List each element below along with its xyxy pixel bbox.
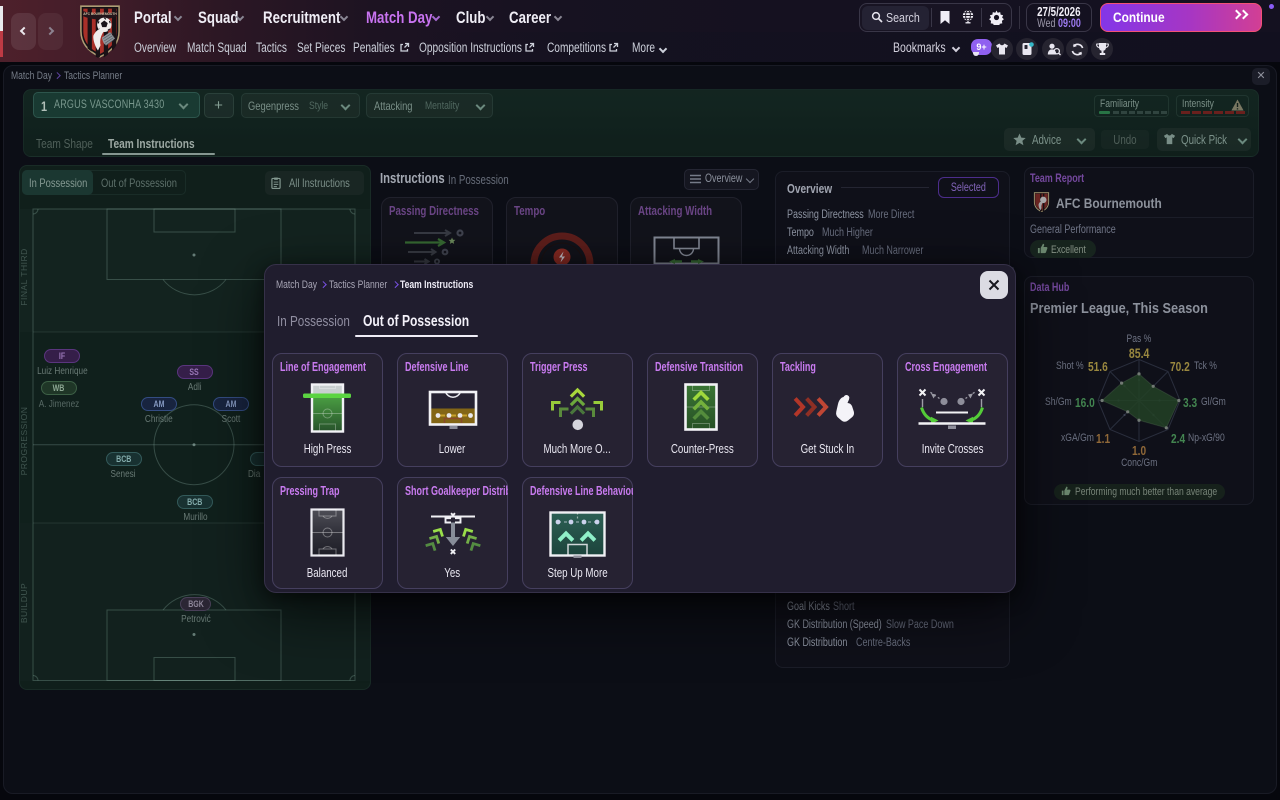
svg-text:AFC BOURNEMOUTH: AFC BOURNEMOUTH [83, 12, 117, 16]
